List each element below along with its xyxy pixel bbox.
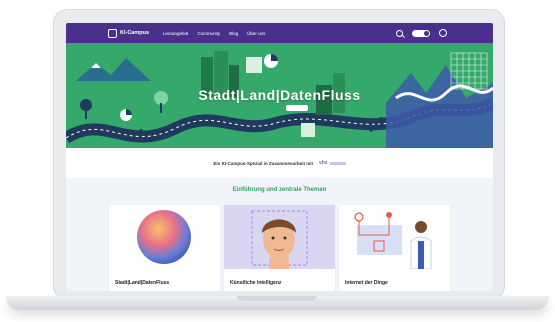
top-navigation: KI-Campus Lernangebot Community Blog Übe…	[66, 23, 493, 43]
partner-strip: Ein KI-Campus-Spezial in Zusammenarbeit …	[66, 148, 493, 178]
vhs-logo-bar	[329, 161, 346, 165]
logo-text: KI-Campus	[120, 30, 150, 36]
site-logo[interactable]: KI-Campus	[108, 28, 150, 38]
hero-banner: Stadt|Land|DatenFluss	[66, 43, 493, 148]
card-label: Stadt|Land|DatenFluss	[115, 280, 170, 286]
card-image-face	[224, 205, 335, 269]
laptop-notch	[237, 296, 317, 301]
nav-link-blog[interactable]: Blog	[229, 31, 238, 36]
topic-card-internet-der-dinge[interactable]: Internet der Dinge	[339, 205, 450, 291]
hero-title: Stadt|Land|DatenFluss	[198, 87, 361, 103]
login-toggle[interactable]	[412, 29, 430, 37]
laptop-screen: KI-Campus Lernangebot Community Blog Übe…	[66, 23, 493, 291]
topic-card-stadt-land-datenfluss[interactable]: Stadt|Land|DatenFluss	[109, 205, 220, 291]
card-label: Internet der Dinge	[345, 280, 388, 286]
logo-icon	[108, 28, 117, 38]
topics-section: Einführung und zentrale Themen Stadt|Lan…	[66, 178, 493, 291]
card-label: Künstliche Intelligenz	[230, 280, 282, 286]
nav-links: Lernangebot Community Blog Über uns	[163, 31, 265, 36]
nav-link-community[interactable]: Community	[197, 31, 220, 36]
nav-link-lernangebot[interactable]: Lernangebot	[163, 31, 188, 36]
nav-link-ueber-uns[interactable]: Über uns	[247, 31, 265, 36]
nav-actions	[396, 29, 447, 37]
profile-icon[interactable]	[439, 29, 447, 37]
section-title: Einführung und zentrale Themen	[232, 187, 327, 193]
vhs-logo-text: vhs	[318, 160, 328, 166]
search-icon[interactable]	[396, 29, 403, 37]
vhs-logo[interactable]: vhs	[319, 160, 346, 166]
card-image-gradient-circle	[109, 205, 220, 269]
partner-text: Ein KI-Campus-Spezial in Zusammenarbeit …	[213, 160, 313, 166]
topic-card-kuenstliche-intelligenz[interactable]: Künstliche Intelligenz	[224, 205, 335, 291]
card-image-doctor	[339, 205, 450, 269]
